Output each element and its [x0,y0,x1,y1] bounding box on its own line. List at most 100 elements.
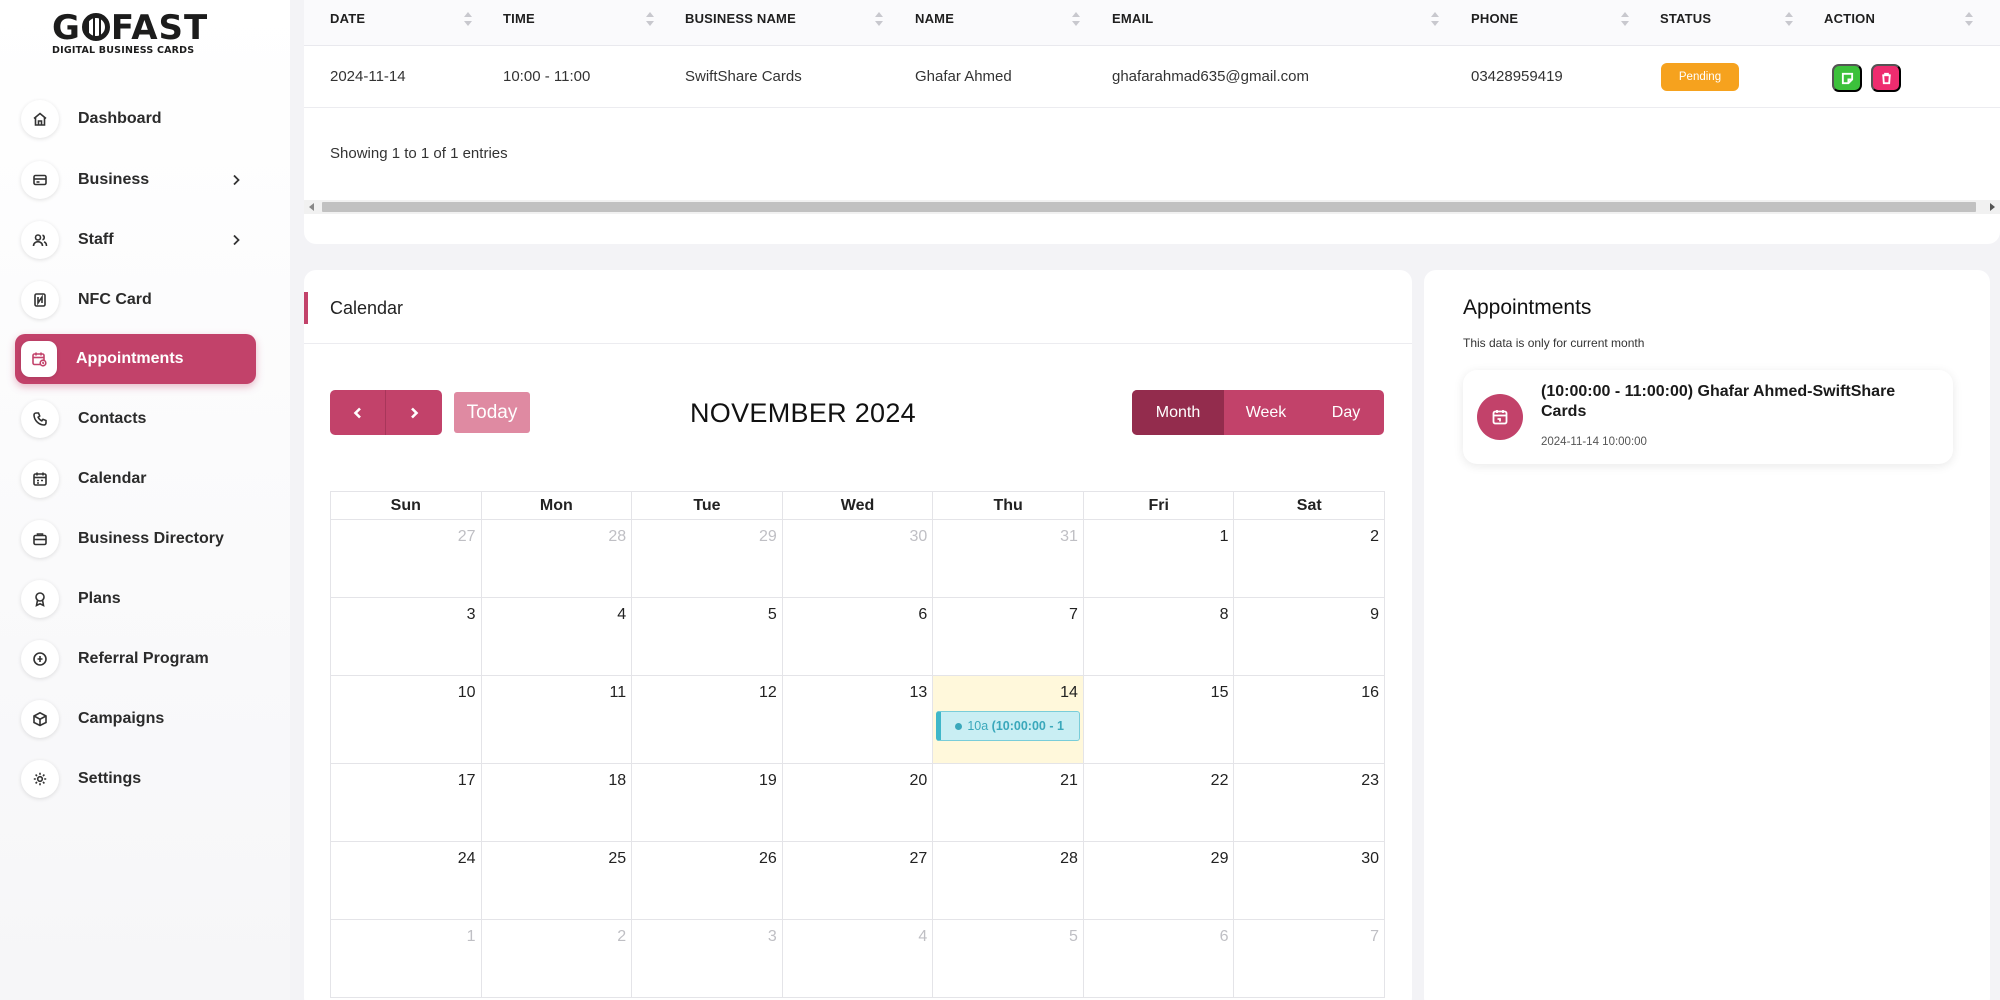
day-number[interactable]: 30 [910,528,928,546]
calendar-day-cell[interactable]: 22 [1083,764,1235,842]
calendar-day-cell[interactable]: 17 [331,764,482,842]
day-number[interactable]: 14 [1060,684,1078,702]
calendar-day-cell[interactable]: 27 [782,842,934,920]
calendar-day-cell[interactable]: 28 [481,520,633,598]
sidebar-item-settings[interactable]: Settings [15,754,256,804]
day-number[interactable]: 8 [1220,606,1229,624]
calendar-day-cell[interactable]: 5 [933,920,1084,998]
day-number[interactable]: 9 [1370,606,1379,624]
scroll-right-icon[interactable] [1990,203,1995,211]
calendar-day-cell[interactable]: 29 [1083,842,1235,920]
day-number[interactable]: 3 [467,606,476,624]
day-number[interactable]: 26 [759,850,777,868]
sidebar-item-contacts[interactable]: Contacts [15,394,256,444]
calendar-day-cell[interactable]: 18 [481,764,633,842]
calendar-event[interactable]: 10a (10:00:00 - 1 [936,711,1081,741]
calendar-day-cell[interactable]: 12 [632,676,783,764]
view-week-button[interactable]: Week [1224,390,1308,435]
day-number[interactable]: 6 [918,606,927,624]
day-number[interactable]: 21 [1060,772,1078,790]
calendar-day-cell[interactable]: 15 [1083,676,1235,764]
column-header-action[interactable]: ACTION [1824,0,1875,46]
sidebar-item-plans[interactable]: Plans [15,574,256,624]
calendar-day-cell[interactable]: 21 [933,764,1084,842]
calendar-day-cell[interactable]: 28 [933,842,1084,920]
prev-month-button[interactable] [330,390,386,435]
day-number[interactable]: 24 [458,850,476,868]
next-month-button[interactable] [386,390,442,435]
calendar-day-cell[interactable]: 30 [782,520,934,598]
sidebar-item-calendar[interactable]: Calendar [15,454,256,504]
scroll-left-icon[interactable] [309,203,314,211]
calendar-day-cell[interactable]: 7 [933,598,1084,676]
calendar-day-cell[interactable]: 3 [331,598,482,676]
calendar-day-cell[interactable]: 19 [632,764,783,842]
calendar-day-cell[interactable]: 20 [782,764,934,842]
sort-icon[interactable] [874,10,884,28]
day-number[interactable]: 25 [608,850,626,868]
day-number[interactable]: 5 [1069,928,1078,946]
calendar-day-cell[interactable]: 31 [933,520,1084,598]
calendar-day-cell[interactable]: 9 [1234,598,1386,676]
day-number[interactable]: 29 [1211,850,1229,868]
day-number[interactable]: 4 [918,928,927,946]
calendar-day-cell[interactable]: 2 [1234,520,1386,598]
sort-icon[interactable] [645,10,655,28]
edit-button[interactable] [1832,64,1862,92]
day-number[interactable]: 7 [1069,606,1078,624]
appointment-item[interactable]: (10:00:00 - 11:00:00) Ghafar Ahmed-Swift… [1463,370,1953,464]
day-number[interactable]: 29 [759,528,777,546]
day-number[interactable]: 1 [1220,528,1229,546]
calendar-day-cell[interactable]: 14 10a (10:00:00 - 1 [933,676,1084,764]
calendar-day-cell[interactable]: 11 [481,676,633,764]
calendar-day-cell[interactable]: 24 [331,842,482,920]
day-number[interactable]: 7 [1370,928,1379,946]
day-number[interactable]: 17 [458,772,476,790]
sidebar-item-dashboard[interactable]: Dashboard [15,94,256,144]
day-number[interactable]: 22 [1211,772,1229,790]
day-number[interactable]: 13 [910,684,928,702]
calendar-day-cell[interactable]: 8 [1083,598,1235,676]
view-day-button[interactable]: Day [1308,390,1384,435]
day-number[interactable]: 20 [910,772,928,790]
day-number[interactable]: 2 [1370,528,1379,546]
day-number[interactable]: 2 [617,928,626,946]
sidebar-item-appointments[interactable]: Appointments [15,334,256,384]
calendar-day-cell[interactable]: 27 [331,520,482,598]
day-number[interactable]: 30 [1361,850,1379,868]
calendar-day-cell[interactable]: 29 [632,520,783,598]
calendar-day-cell[interactable]: 16 [1234,676,1386,764]
calendar-day-cell[interactable]: 6 [782,598,934,676]
day-number[interactable]: 19 [759,772,777,790]
today-button[interactable]: Today [454,392,530,433]
day-number[interactable]: 27 [458,528,476,546]
day-number[interactable]: 12 [759,684,777,702]
sort-icon[interactable] [1071,10,1081,28]
column-header-business-name[interactable]: BUSINESS NAME [685,0,796,46]
horizontal-scrollbar[interactable] [304,200,2000,214]
calendar-day-cell[interactable]: 1 [1083,520,1235,598]
sort-icon[interactable] [1430,10,1440,28]
day-number[interactable]: 4 [617,606,626,624]
column-header-time[interactable]: TIME [503,0,535,46]
column-header-status[interactable]: STATUS [1660,0,1711,46]
sort-icon[interactable] [1620,10,1630,28]
column-header-phone[interactable]: PHONE [1471,0,1518,46]
day-number[interactable]: 3 [768,928,777,946]
column-header-name[interactable]: NAME [915,0,954,46]
day-number[interactable]: 23 [1361,772,1379,790]
calendar-day-cell[interactable]: 25 [481,842,633,920]
calendar-day-cell[interactable]: 2 [481,920,633,998]
sort-icon[interactable] [1784,10,1794,28]
sort-icon[interactable] [1964,10,1974,28]
day-number[interactable]: 1 [467,928,476,946]
day-number[interactable]: 31 [1060,528,1078,546]
calendar-day-cell[interactable]: 30 [1234,842,1386,920]
sidebar-item-campaigns[interactable]: Campaigns [15,694,256,744]
calendar-day-cell[interactable]: 3 [632,920,783,998]
calendar-day-cell[interactable]: 5 [632,598,783,676]
calendar-day-cell[interactable]: 23 [1234,764,1386,842]
day-number[interactable]: 27 [910,850,928,868]
day-number[interactable]: 28 [608,528,626,546]
calendar-day-cell[interactable]: 13 [782,676,934,764]
